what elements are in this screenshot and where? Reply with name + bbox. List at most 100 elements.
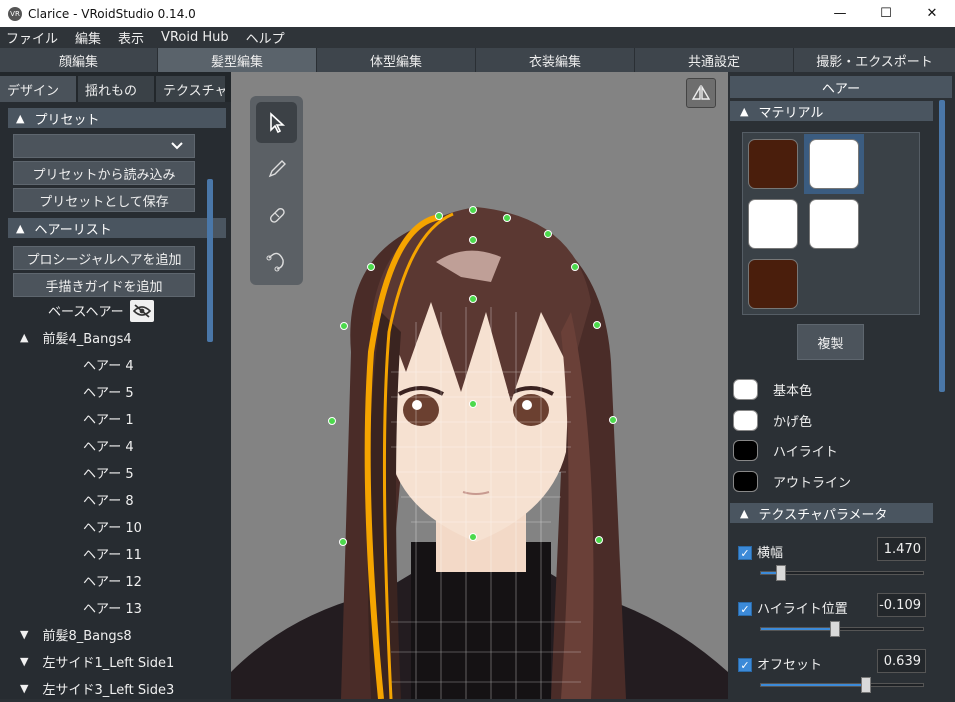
left-scrollbar[interactable]: [207, 179, 213, 342]
color-swatch[interactable]: [733, 439, 758, 461]
list-item[interactable]: ヘアー 1: [0, 405, 231, 432]
close-button[interactable]: ✕: [909, 0, 955, 27]
add-procedural-hair-button[interactable]: プロシージャルヘアを追加: [13, 246, 195, 270]
minimize-button[interactable]: —: [817, 0, 863, 27]
mirror-icon: [691, 85, 711, 100]
load-preset-button[interactable]: プリセットから読み込み: [13, 161, 195, 185]
list-item[interactable]: ヘアー 10: [0, 513, 231, 540]
select-tool-button[interactable]: [256, 102, 297, 143]
material-swatch[interactable]: [748, 199, 798, 249]
base-hair-item[interactable]: ベースヘアー: [0, 297, 231, 324]
hair-group-label: 前髪8_Bangs8: [42, 629, 132, 644]
slider-thumb[interactable]: [775, 565, 786, 581]
param-width: ✓ 横幅 1.470: [728, 537, 933, 587]
list-item[interactable]: ヘアー 4: [0, 432, 231, 459]
preset-dropdown[interactable]: [13, 134, 195, 158]
hair-group-bangs8[interactable]: ▼ 前髪8_Bangs8: [0, 621, 231, 648]
chevron-up-icon: ▲: [740, 506, 749, 520]
param-value-input[interactable]: -0.109: [877, 593, 926, 617]
chevron-up-icon: ▲: [740, 104, 749, 118]
param-offset: ✓ オフセット 0.639: [728, 649, 933, 699]
tab-face-edit[interactable]: 顔編集: [0, 48, 158, 72]
param-checkbox[interactable]: ✓: [738, 546, 752, 560]
preset-section-header[interactable]: ▲ プリセット: [8, 108, 226, 128]
texture-params-section-header[interactable]: ▲ テクスチャパラメータ: [730, 503, 933, 523]
list-item[interactable]: ヘアー 4: [0, 351, 231, 378]
param-label: 横幅: [757, 546, 784, 561]
color-swatch[interactable]: [733, 378, 758, 400]
tab-hair-edit[interactable]: 髪型編集: [158, 48, 317, 72]
chevron-up-icon: ▲: [16, 221, 25, 235]
subtab-texture[interactable]: テクスチャ: [156, 76, 225, 102]
title-bar: VR Clarice - VRoidStudio 0.14.0 — ☐ ✕: [0, 0, 955, 27]
menu-help[interactable]: ヘルプ: [246, 28, 285, 47]
chevron-down-icon: [171, 142, 183, 150]
add-guide-button[interactable]: 手描きガイドを追加: [13, 273, 195, 297]
list-item[interactable]: ヘアー 8: [0, 486, 231, 513]
tab-body-edit[interactable]: 体型編集: [317, 48, 476, 72]
menu-file[interactable]: ファイル: [6, 28, 58, 47]
pen-tool-button[interactable]: [256, 148, 297, 189]
menu-view[interactable]: 表示: [118, 28, 144, 47]
hair-group-label: 前髪4_Bangs4: [42, 332, 132, 347]
color-row-base[interactable]: 基本色: [733, 378, 812, 400]
slider-thumb[interactable]: [829, 621, 840, 637]
duplicate-button[interactable]: 複製: [797, 324, 864, 360]
param-value-input[interactable]: 0.639: [877, 649, 926, 673]
hair-group-left-side3[interactable]: ▼ 左サイド3_Left Side3: [0, 675, 231, 702]
tab-outfit-edit[interactable]: 衣装編集: [476, 48, 635, 72]
mirror-toggle-button[interactable]: [686, 78, 716, 108]
pencil-icon: [268, 159, 286, 177]
maximize-button[interactable]: ☐: [863, 0, 909, 27]
hair-group-left-side1[interactable]: ▼ 左サイド1_Left Side1: [0, 648, 231, 675]
param-label: オフセット: [757, 658, 823, 673]
color-label: 基本色: [773, 383, 813, 399]
param-checkbox[interactable]: ✓: [738, 602, 752, 616]
character-model: [231, 206, 728, 699]
tab-common-settings[interactable]: 共通設定: [635, 48, 794, 72]
list-item[interactable]: ヘアー 13: [0, 594, 231, 621]
save-preset-button[interactable]: プリセットとして保存: [13, 188, 195, 212]
material-swatch[interactable]: [748, 139, 798, 189]
color-row-shade[interactable]: かげ色: [733, 409, 812, 431]
subtab-design[interactable]: デザイン: [0, 76, 76, 102]
hair-group-bangs4[interactable]: ▲ 前髪4_Bangs4: [0, 324, 231, 351]
color-swatch[interactable]: [733, 470, 758, 492]
right-panel-title: ヘアー: [730, 76, 952, 98]
material-swatch[interactable]: [809, 199, 859, 249]
chevron-up-icon: ▲: [16, 111, 25, 125]
list-item[interactable]: ヘアー 11: [0, 540, 231, 567]
color-row-highlight[interactable]: ハイライト: [733, 439, 838, 461]
3d-viewport[interactable]: [231, 72, 728, 699]
chevron-down-icon: ▼: [20, 682, 29, 695]
menu-edit[interactable]: 編集: [75, 28, 101, 47]
slider-thumb[interactable]: [860, 677, 871, 693]
material-swatch[interactable]: [809, 139, 859, 189]
tab-photo-export[interactable]: 撮影・エクスポート: [794, 48, 955, 72]
menu-vroid-hub[interactable]: VRoid Hub: [161, 30, 229, 45]
list-item[interactable]: ヘアー 5: [0, 459, 231, 486]
texture-params-header-label: テクスチャパラメータ: [758, 507, 888, 523]
param-slider[interactable]: [760, 677, 924, 693]
param-value-input[interactable]: 1.470: [877, 537, 926, 561]
param-highlight-position: ✓ ハイライト位置 -0.109: [728, 593, 933, 643]
param-slider[interactable]: [760, 621, 924, 637]
subtab-physics[interactable]: 揺れもの: [78, 76, 154, 102]
hairlist-section-header[interactable]: ▲ ヘアーリスト: [8, 218, 226, 238]
material-swatch[interactable]: [748, 259, 798, 309]
material-section-header[interactable]: ▲ マテリアル: [730, 101, 933, 121]
color-swatch[interactable]: [733, 409, 758, 431]
right-scrollbar[interactable]: [939, 100, 945, 392]
list-item[interactable]: ヘアー 5: [0, 378, 231, 405]
param-checkbox[interactable]: ✓: [738, 658, 752, 672]
slider-fill: [761, 684, 866, 686]
bandage-icon: [269, 207, 285, 223]
hidden-eye-icon[interactable]: [129, 299, 154, 322]
color-row-outline[interactable]: アウトライン: [733, 470, 851, 492]
smooth-tool-button[interactable]: [256, 194, 297, 235]
list-item[interactable]: ヘアー 12: [0, 567, 231, 594]
curve-tool-button[interactable]: [256, 240, 297, 281]
param-slider[interactable]: [760, 565, 924, 581]
material-header-label: マテリアル: [758, 105, 824, 121]
param-label: ハイライト位置: [757, 602, 848, 617]
